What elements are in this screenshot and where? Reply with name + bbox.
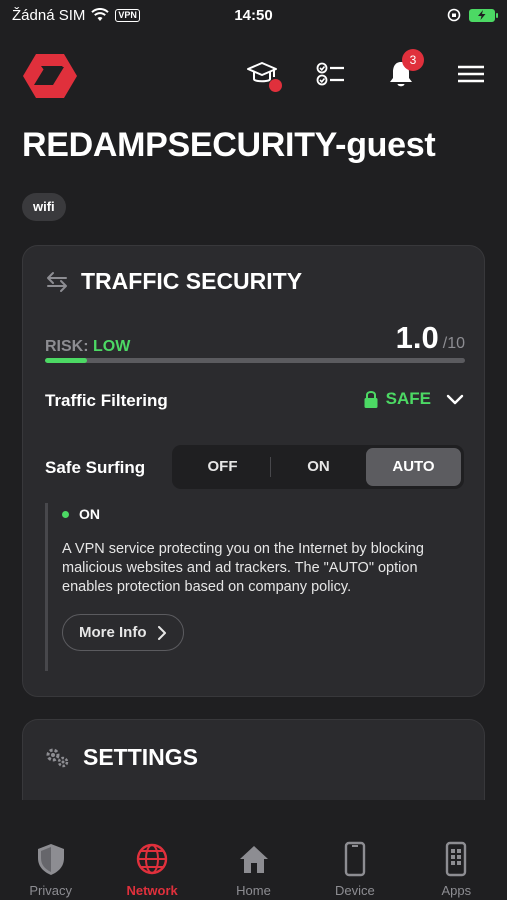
safe-surfing-status-text: ON xyxy=(79,506,100,522)
filtering-safe-status: SAFE xyxy=(385,389,431,408)
chevron-right-icon xyxy=(157,625,166,640)
nav-label-network: Network xyxy=(126,883,178,898)
risk-score-max: /10 xyxy=(442,335,465,352)
risk-label-text: RISK: xyxy=(45,338,89,355)
safe-surfing-off[interactable]: OFF xyxy=(175,448,270,486)
traffic-filtering-status[interactable]: SAFE xyxy=(364,389,465,409)
battery-icon xyxy=(469,8,498,22)
nav-label-privacy: Privacy xyxy=(29,883,73,898)
wifi-signal-icon xyxy=(91,8,110,21)
traffic-security-title: TRAFFIC SECURITY xyxy=(81,268,303,294)
carrier-label: Žádná SIM xyxy=(12,6,86,24)
risk-label: RISK: LOW xyxy=(45,338,130,356)
status-right xyxy=(447,8,498,22)
notifications-button[interactable]: 3 xyxy=(385,49,424,90)
bottom-navigation: Privacy Network Home Device Apps xyxy=(0,800,507,900)
risk-level: LOW xyxy=(93,338,131,355)
safe-surfing-status: ON xyxy=(62,506,465,522)
safe-surfing-description: A VPN service protecting you on the Inte… xyxy=(62,541,424,595)
nav-item-network[interactable]: Network xyxy=(101,800,202,900)
traffic-filtering-label: Traffic Filtering xyxy=(45,391,168,410)
more-info-label: More Info xyxy=(79,624,147,641)
redamp-logo-icon[interactable] xyxy=(22,52,78,100)
nav-item-device[interactable]: Device xyxy=(304,800,405,900)
app-header: 3 xyxy=(0,48,507,104)
notification-count-badge: 3 xyxy=(402,49,424,71)
nav-label-apps: Apps xyxy=(441,883,472,898)
status-dot xyxy=(62,510,69,518)
chevron-down-icon[interactable] xyxy=(445,392,465,406)
nav-item-home[interactable]: Home xyxy=(203,800,304,900)
status-bar: Žádná SIM VPN 14:50 xyxy=(0,0,507,30)
menu-button[interactable] xyxy=(456,58,488,90)
traffic-security-header: TRAFFIC SECURITY xyxy=(45,268,302,295)
tasks-button[interactable] xyxy=(315,58,347,90)
hamburger-menu-icon xyxy=(458,65,484,83)
gears-icon xyxy=(46,748,69,767)
safe-surfing-label: Safe Surfing xyxy=(45,458,146,477)
phone-icon xyxy=(344,841,366,877)
safe-surfing-toggle[interactable]: OFF ON AUTO xyxy=(172,445,464,489)
traffic-security-card: TRAFFIC SECURITY RISK: LOW 1.0 /10 Traff… xyxy=(22,245,485,697)
settings-title: SETTINGS xyxy=(83,744,199,770)
nav-label-home: Home xyxy=(236,883,271,898)
status-left: Žádná SIM VPN xyxy=(12,7,140,24)
academy-alert-dot xyxy=(269,79,282,92)
safe-surfing-detail: ON A VPN service protecting you on the I… xyxy=(45,503,465,671)
risk-progress-fill xyxy=(45,358,87,363)
page-title: REDAMPSECURITY-guest xyxy=(22,126,436,164)
vpn-badge: VPN xyxy=(115,8,140,22)
risk-score: 1.0 /10 xyxy=(396,320,465,356)
risk-progress-bar xyxy=(45,358,465,363)
safe-surfing-auto[interactable]: AUTO xyxy=(366,448,461,486)
connection-type-tag: wifi xyxy=(22,193,66,221)
app-screen: Žádná SIM VPN 14:50 3 REDAMPSECURITY-gue… xyxy=(0,0,507,900)
lock-icon xyxy=(364,391,378,408)
nav-item-apps[interactable]: Apps xyxy=(406,800,507,900)
academy-button[interactable] xyxy=(246,58,282,92)
orientation-lock-icon xyxy=(447,8,461,22)
settings-header: SETTINGS xyxy=(45,744,198,771)
nav-label-device: Device xyxy=(335,883,375,898)
nav-item-privacy[interactable]: Privacy xyxy=(0,800,101,900)
safe-surfing-on[interactable]: ON xyxy=(271,448,366,486)
globe-icon xyxy=(136,843,168,875)
risk-score-value: 1.0 xyxy=(395,320,439,355)
shield-icon xyxy=(37,844,64,875)
risk-row: RISK: LOW 1.0 /10 xyxy=(45,320,465,356)
checklist-icon xyxy=(316,62,344,86)
traffic-filtering-row[interactable]: Traffic Filtering SAFE xyxy=(45,389,465,413)
home-icon xyxy=(239,846,268,873)
swap-arrows-icon xyxy=(47,271,67,292)
apps-icon xyxy=(446,841,467,877)
more-info-button[interactable]: More Info xyxy=(62,614,184,651)
